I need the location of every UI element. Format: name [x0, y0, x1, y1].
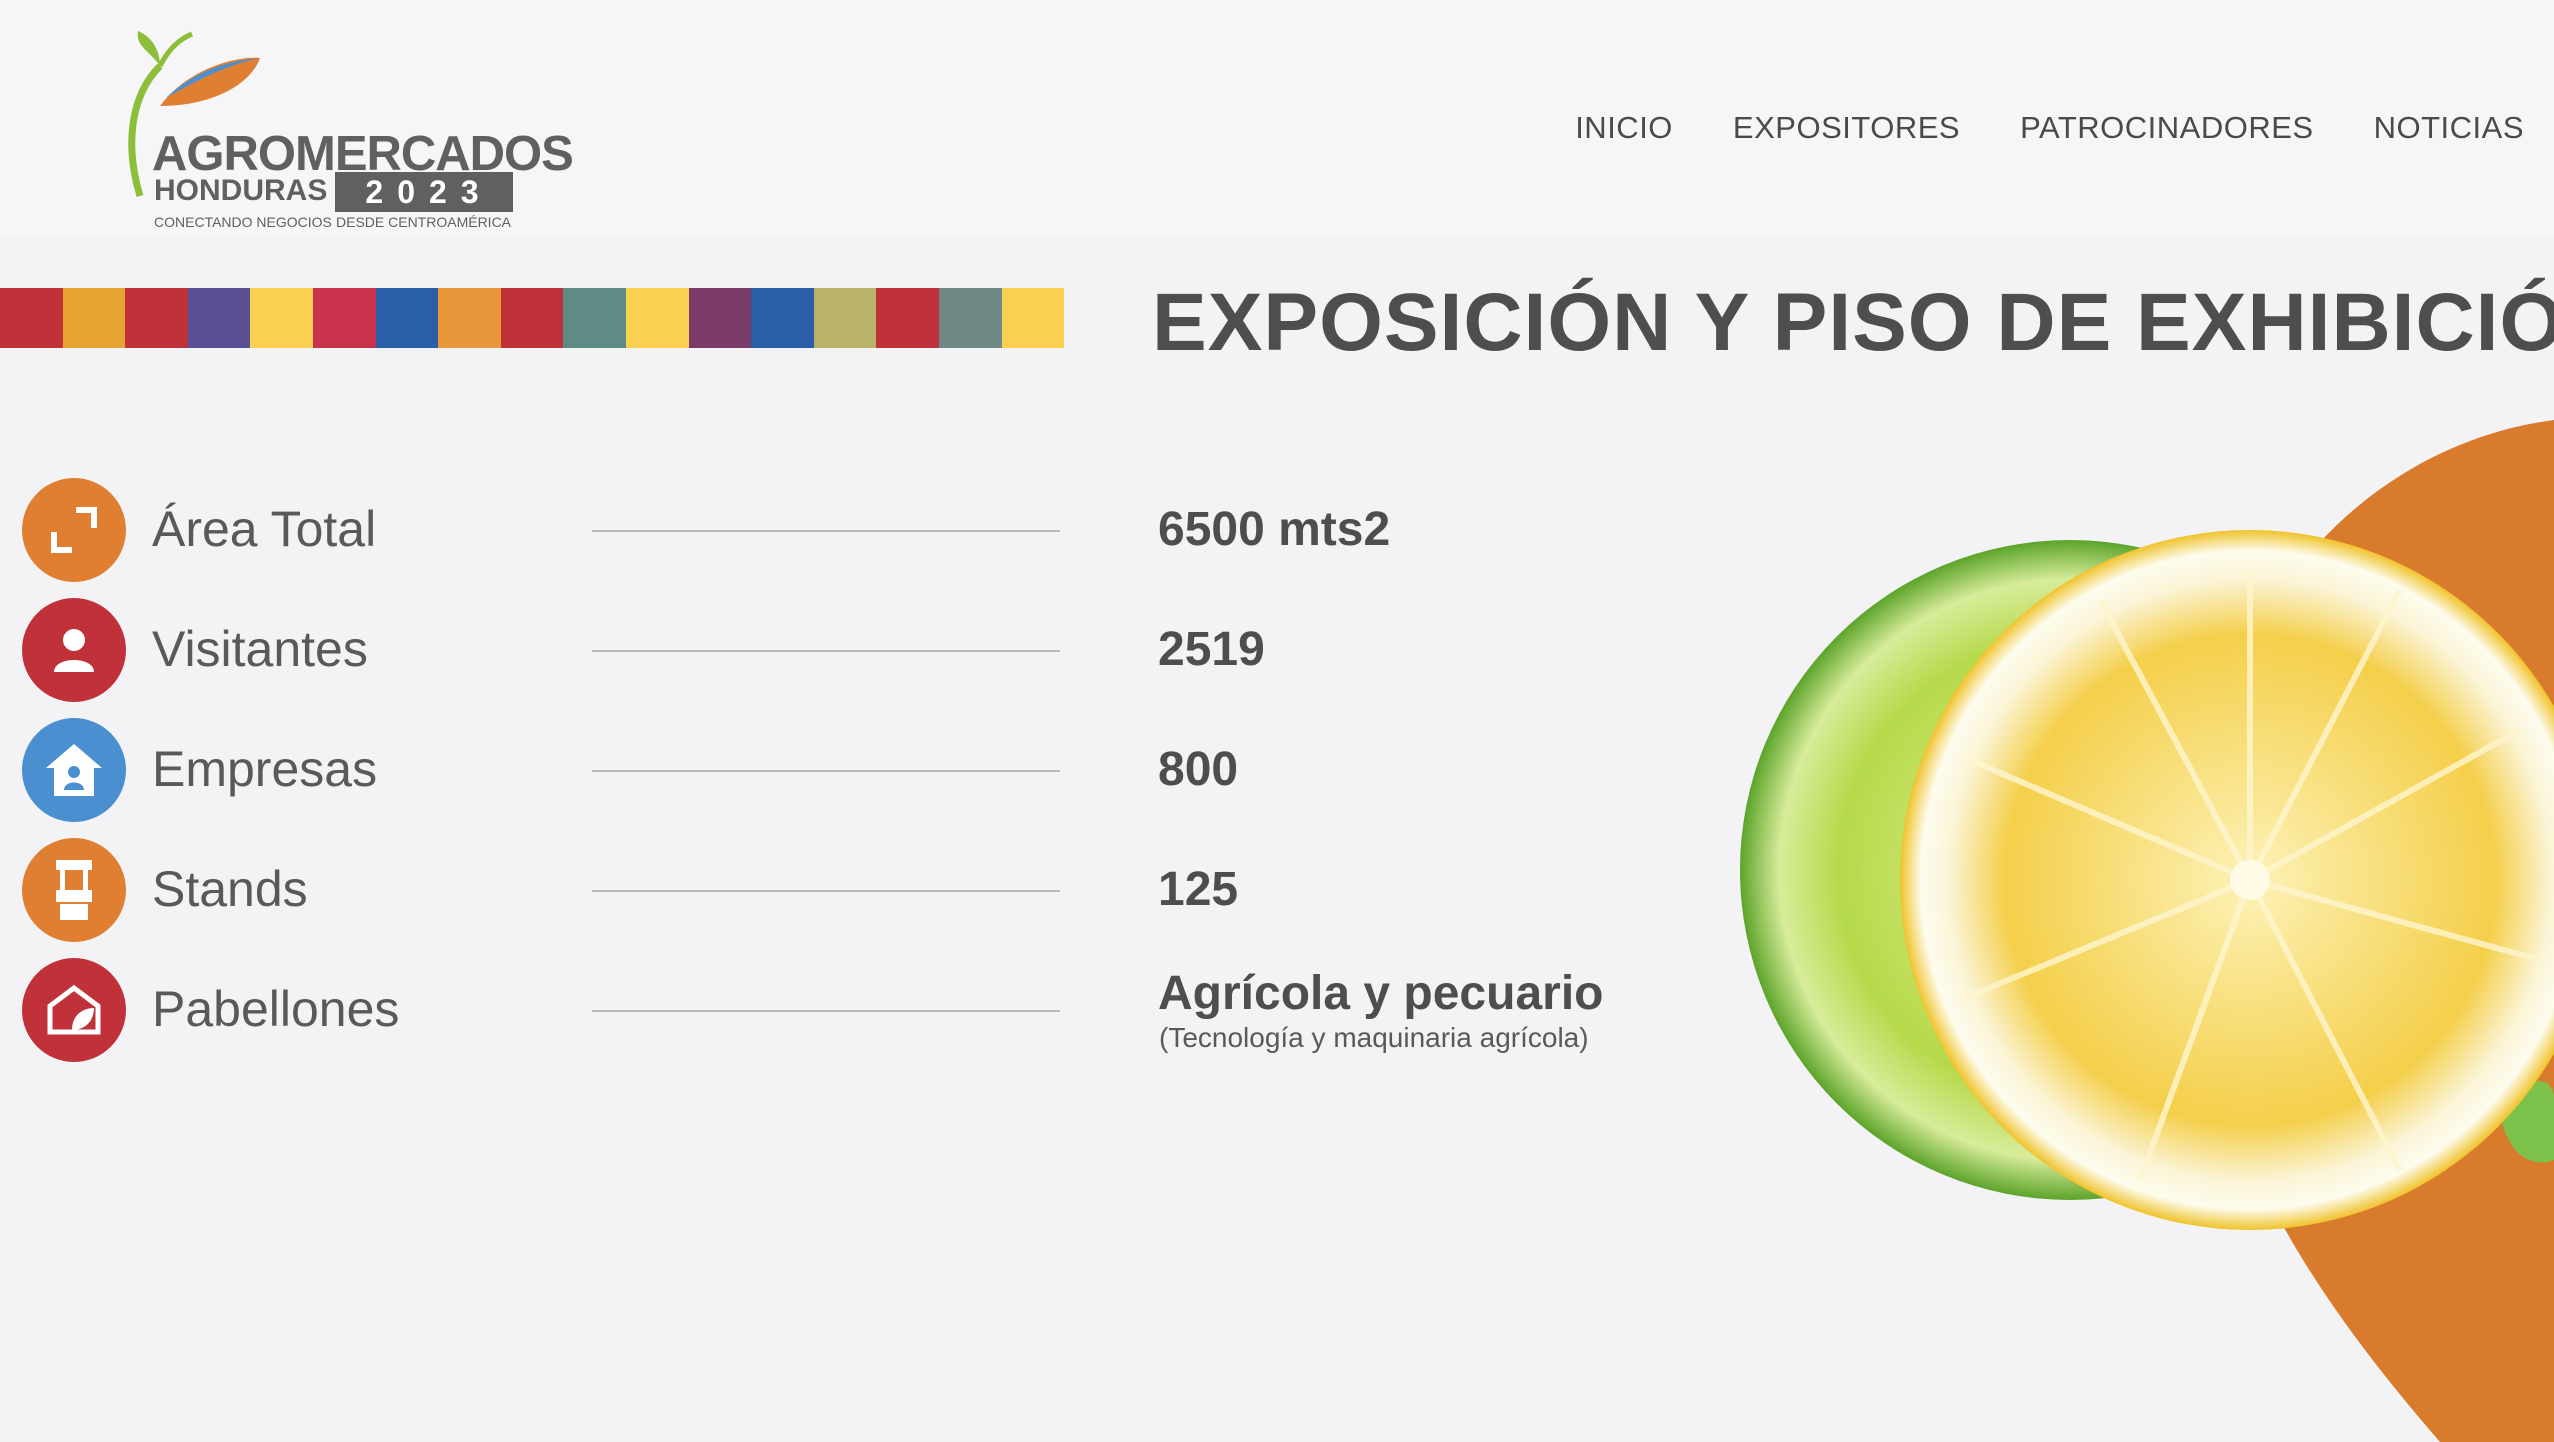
section-title: EXPOSICIÓN Y PISO DE EXHIBICIÓN: [1152, 277, 2554, 368]
stat-divider: [592, 530, 1060, 532]
stat-divider: [592, 650, 1060, 652]
user-icon: [22, 598, 126, 702]
stat-label: Stands: [152, 861, 308, 917]
logo-tagline-left: CONECTANDO NEGOCIOS: [154, 214, 332, 230]
pattern-swatch: [938, 288, 1002, 348]
stand-icon: [22, 838, 126, 942]
stat-value: 2519: [1158, 623, 1265, 676]
stat-divider: [592, 770, 1060, 772]
nav-inicio[interactable]: INICIO: [1575, 110, 1673, 146]
site-header: AGROMERCADOS HONDURAS 2023 CONECTANDO NE…: [0, 0, 2554, 238]
stat-row-visitantes: Visitantes 2519: [22, 598, 1622, 702]
pattern-swatch: [375, 288, 439, 348]
nav-noticias[interactable]: NOTICIAS: [2374, 110, 2524, 146]
stat-row-area: Área Total 6500 mts2: [22, 478, 1622, 582]
stat-value: Agrícola y pecuario: [1158, 967, 1604, 1020]
citrus-slices-image: [1740, 420, 2554, 1442]
main-nav: INICIO EXPOSITORES PATROCINADORES NOTICI…: [1575, 110, 2524, 146]
pattern-swatch: [500, 288, 564, 348]
pattern-swatch: [62, 288, 126, 348]
nav-patrocinadores[interactable]: PATROCINADORES: [2020, 110, 2314, 146]
pattern-swatch: [751, 288, 814, 348]
stat-row-stands: Stands 125: [22, 838, 1622, 942]
stat-divider: [592, 890, 1060, 892]
pattern-swatch: [625, 288, 689, 348]
expand-icon: [22, 478, 126, 582]
logo-tagline-right: DESDE CENTROAMÉRICA: [336, 214, 512, 230]
pattern-swatch: [0, 288, 63, 348]
stat-label: Área Total: [152, 501, 377, 557]
pavilion-icon: [22, 958, 126, 1062]
pattern-swatch: [688, 288, 752, 348]
building-icon: [22, 718, 126, 822]
pattern-swatch: [438, 288, 501, 348]
pattern-swatch: [876, 288, 939, 348]
stat-label: Visitantes: [152, 621, 368, 677]
pattern-swatch: [250, 288, 313, 348]
logo-country: HONDURAS: [154, 174, 328, 207]
stat-value: 800: [1158, 743, 1239, 796]
stat-label: Empresas: [152, 741, 378, 797]
pattern-swatch: [187, 288, 251, 348]
stat-row-pabellones: Pabellones Agrícola y pecuario (Tecnolog…: [22, 958, 1622, 1098]
pattern-swatch: [1001, 288, 1065, 348]
pattern-swatch: [563, 288, 626, 348]
bottom-edge: [0, 1430, 2554, 1442]
stat-value: 125: [1158, 863, 1239, 916]
stat-label: Pabellones: [152, 981, 400, 1037]
pattern-swatch: [813, 288, 877, 348]
nav-expositores[interactable]: EXPOSITORES: [1733, 110, 1960, 146]
stat-divider: [592, 1010, 1060, 1012]
pattern-swatch: [312, 288, 376, 348]
decorative-pattern-bar: [0, 288, 1065, 348]
agromercados-logo[interactable]: AGROMERCADOS HONDURAS 2023 CONECTANDO NE…: [120, 26, 574, 236]
pattern-swatch: [125, 288, 188, 348]
stat-note: (Tecnología y maquinaria agrícola): [1159, 1022, 1589, 1053]
stat-value: 6500 mts2: [1158, 503, 1391, 556]
stat-row-empresas: Empresas 800: [22, 718, 1622, 822]
logo-year: 2023: [335, 172, 513, 212]
